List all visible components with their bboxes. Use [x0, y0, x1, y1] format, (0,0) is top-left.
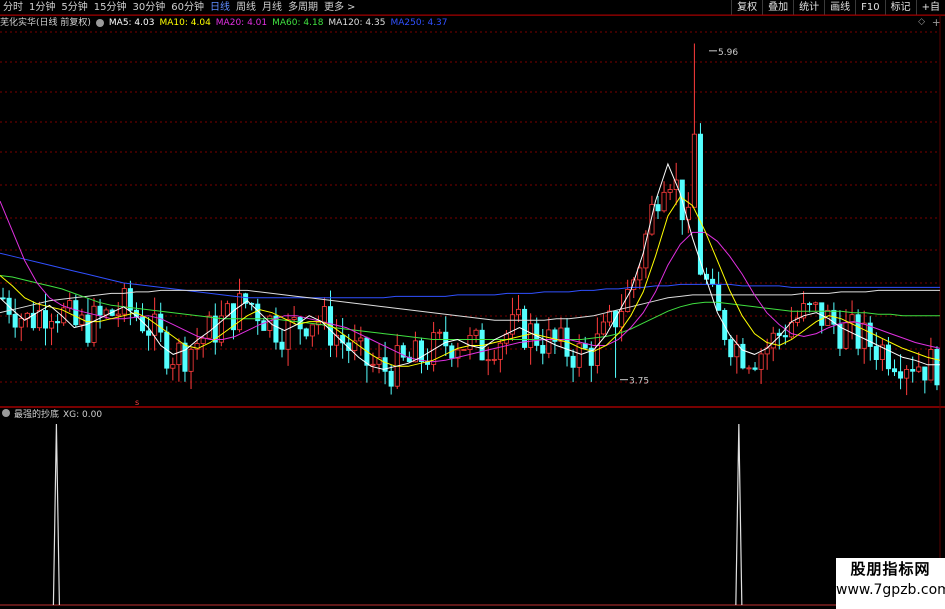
high-price-label: 5.96: [718, 48, 738, 58]
candle-body: [158, 313, 164, 333]
candle-body: [36, 310, 42, 329]
candle-body: [885, 344, 891, 370]
candle-body: [67, 300, 73, 309]
watermark-logo: 股朋指标网 www.7gpzb.com: [836, 558, 945, 609]
candle-body: [528, 323, 534, 348]
xg-signal-spike: [52, 423, 60, 606]
indicator-value: XG: 0.00: [63, 410, 103, 420]
xg-signal-spike: [735, 423, 743, 606]
candle-body: [491, 358, 497, 361]
candle-body: [85, 314, 91, 343]
candle-body: [643, 233, 649, 269]
candle-body: [515, 308, 522, 316]
candle-body: [291, 317, 297, 320]
candle-body: [728, 339, 734, 358]
sub-legend-toggle-icon[interactable]: [2, 409, 10, 417]
low-price-label: 3.75: [629, 377, 649, 387]
candle-body: [697, 133, 703, 275]
candle-body: [734, 343, 740, 358]
candle-body: [540, 345, 546, 354]
candle-body: [206, 315, 212, 339]
candle-body: [782, 335, 788, 338]
candle-body: [42, 310, 49, 329]
candle-body: [613, 310, 619, 328]
candle-body: [200, 337, 206, 344]
candle-body: [224, 303, 230, 317]
candle-body: [121, 288, 127, 315]
candle-body: [418, 340, 425, 362]
candle-body: [437, 331, 443, 334]
candle-body: [467, 334, 473, 350]
candle-body: [904, 369, 910, 379]
candle-body: [710, 278, 716, 285]
candle-body: [388, 370, 394, 387]
candle-body: [758, 353, 764, 370]
candle-body: [55, 321, 61, 324]
candle-body: [661, 191, 667, 212]
candle-body: [176, 342, 182, 366]
candle-body: [667, 189, 673, 193]
candle-body: [321, 306, 327, 323]
candle-body: [910, 369, 916, 372]
candle-body: [637, 267, 643, 281]
candle-body: [303, 328, 309, 337]
candle-body: [752, 367, 758, 370]
candle-body: [273, 315, 279, 343]
candle-body: [655, 204, 661, 212]
candle-body: [370, 363, 376, 366]
indicator-title: 最强的抄底: [14, 410, 60, 420]
candle-body: [461, 349, 467, 351]
candle-body: [691, 133, 697, 208]
watermark-url: www.7gpzb.com: [836, 582, 945, 598]
sub-chart-legend: 最强的抄底 XG: 0.00: [2, 409, 106, 422]
candle-body: [807, 303, 813, 306]
candle-body: [91, 305, 97, 343]
ma250-line: [0, 252, 940, 299]
candle-body: [740, 343, 746, 369]
candle-body: [843, 322, 849, 349]
candle-body: [788, 321, 794, 338]
candle-body: [570, 355, 576, 368]
candle-body: [18, 318, 24, 328]
candle-body: [473, 329, 479, 336]
candle-body: [582, 343, 588, 349]
candle-body: [12, 313, 18, 328]
candle-body: [861, 322, 867, 349]
chart-canvas[interactable]: 5.96 3.75 s: [0, 0, 945, 609]
candle-body: [922, 366, 928, 381]
candle-body: [813, 302, 819, 305]
candle-body: [873, 346, 879, 360]
candle-body: [237, 293, 243, 331]
candle-body: [746, 367, 752, 370]
candle-body: [619, 311, 625, 328]
watermark-title: 股朋指标网: [850, 560, 931, 578]
candle-body: [188, 348, 194, 372]
candle-body: [855, 314, 861, 349]
candle-body: [898, 371, 904, 379]
candle-body: [934, 349, 940, 386]
candle-body: [916, 366, 922, 372]
candle-body: [285, 319, 291, 350]
candle-body: [891, 368, 898, 373]
candle-body: [73, 300, 79, 326]
candle-body: [485, 359, 491, 362]
candle-body: [716, 283, 722, 311]
candle-body: [503, 333, 509, 344]
candle-body: [170, 364, 176, 369]
candle-body: [279, 341, 285, 350]
candle-body: [497, 342, 503, 360]
candle-body: [182, 342, 188, 372]
candle-body: [600, 321, 606, 335]
stock-chart-window: 分时 1分钟 5分钟 15分钟 30分钟 60分钟 日线 周线 月线 多周期 更多 > 复权 叠加 统计画…: [0, 0, 945, 609]
candle-body: [309, 324, 315, 337]
signal-marker: s: [135, 398, 139, 407]
candle-body: [358, 337, 364, 342]
candle-body: [115, 313, 121, 316]
candle-body: [146, 330, 152, 336]
candle-body: [49, 321, 55, 329]
candle-body: [97, 305, 103, 316]
